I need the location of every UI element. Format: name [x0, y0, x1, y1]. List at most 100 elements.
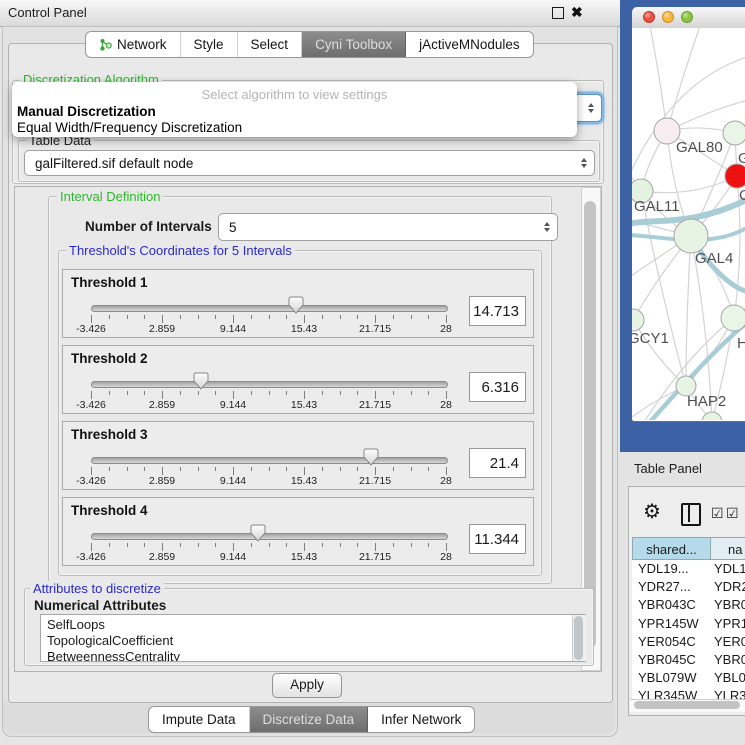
table-row[interactable]: YDL19...YDL1: [632, 560, 745, 578]
slider-track[interactable]: [91, 457, 448, 464]
network-node[interactable]: [674, 219, 708, 253]
threshold-value-field[interactable]: 6.316: [469, 372, 526, 402]
table-row[interactable]: YPR145WYPR1: [632, 615, 745, 633]
number-of-intervals-label: Number of Intervals: [85, 219, 212, 234]
attribute-list-item[interactable]: TopologicalCoefficient: [47, 633, 585, 649]
tick: [322, 467, 323, 471]
tick: [198, 315, 199, 319]
mode-tab-label: Infer Network: [381, 707, 461, 732]
threshold-panel-4: Threshold 4-3.4262.8599.14415.4321.71528…: [62, 497, 534, 566]
table-data-combobox[interactable]: galFiltered.sif default node: [24, 150, 595, 176]
threshold-label: Threshold 2: [71, 351, 148, 366]
cell-shared-name: YBR045C: [638, 651, 696, 669]
gear-icon[interactable]: ⚙: [643, 499, 661, 524]
algorithm-option-equal-width[interactable]: Equal Width/Frequency Discretization: [17, 120, 242, 135]
threshold-value-field[interactable]: 14.713: [469, 296, 526, 326]
tick: [233, 467, 234, 475]
tick-label: -3.426: [76, 551, 106, 563]
tick-label: 9.144: [220, 399, 246, 411]
tick: [393, 543, 394, 547]
float-window-icon[interactable]: [552, 7, 564, 19]
column-header-shared-name[interactable]: shared...: [632, 537, 711, 560]
combo-stepper-icon: [581, 158, 587, 168]
numerical-attributes-list[interactable]: SelfLoopsTopologicalCoefficientBetweenne…: [40, 614, 586, 662]
horizontal-scrollbar-thumb[interactable]: [634, 701, 740, 709]
network-graph-canvas[interactable]: GAL80GACGAL11GAL4GCY1HHAP2: [632, 28, 745, 420]
tick: [393, 467, 394, 471]
tick-label: -3.426: [76, 399, 106, 411]
threshold-value-field[interactable]: 11.344: [469, 524, 526, 554]
tick: [375, 467, 376, 475]
close-icon[interactable]: ✖: [571, 4, 583, 21]
table-row[interactable]: YBR045CYBR0: [632, 651, 745, 669]
network-node-label: GA: [738, 150, 745, 167]
tick: [428, 467, 429, 471]
tick: [269, 467, 270, 471]
slider-thumb[interactable]: [363, 448, 379, 466]
tick: [180, 391, 181, 395]
tick: [109, 543, 110, 547]
tick-label: 15.43: [291, 475, 317, 487]
slider-track[interactable]: [91, 381, 448, 388]
tick: [127, 315, 128, 319]
tab-jactivemnodules[interactable]: jActiveMNodules: [406, 32, 533, 57]
table-row[interactable]: YDR27...YDR2: [632, 578, 745, 596]
zoom-light[interactable]: [681, 11, 693, 23]
network-node-label: GAL80: [676, 139, 723, 156]
tab-label: Select: [251, 32, 289, 57]
mode-tab-label: Discretize Data: [263, 707, 355, 732]
slider-thumb[interactable]: [288, 296, 304, 314]
mode-tab-impute-data[interactable]: Impute Data: [149, 707, 250, 732]
tick: [322, 315, 323, 319]
mode-tab-infer-network[interactable]: Infer Network: [368, 707, 474, 732]
tick: [144, 467, 145, 471]
tick: [180, 467, 181, 471]
slider-track[interactable]: [91, 533, 448, 540]
tick: [144, 391, 145, 395]
tick: [127, 467, 128, 471]
mode-tab-discretize-data[interactable]: Discretize Data: [250, 707, 369, 732]
network-node[interactable]: [725, 164, 745, 188]
table-row[interactable]: YER054CYER0: [632, 633, 745, 651]
attribute-list-item[interactable]: SelfLoops: [47, 617, 585, 633]
tick: [357, 467, 358, 471]
tab-style[interactable]: Style: [181, 32, 238, 57]
number-of-intervals-combobox[interactable]: 5: [218, 213, 558, 241]
vertical-scrollbar-thumb[interactable]: [584, 201, 596, 648]
column-header-name[interactable]: na: [711, 537, 745, 560]
network-node[interactable]: [723, 121, 745, 145]
apply-button[interactable]: Apply: [272, 673, 342, 698]
table-row[interactable]: YBR043CYBR0: [632, 596, 745, 614]
slider-track[interactable]: [91, 305, 448, 312]
select-all-checkbox-icon[interactable]: ☑: [711, 505, 724, 522]
cell-shared-name: YBR043C: [638, 596, 696, 614]
threshold-value-field[interactable]: 21.4: [469, 448, 526, 478]
tab-select[interactable]: Select: [238, 32, 303, 57]
tick-label: 28: [440, 323, 452, 335]
close-light[interactable]: [643, 11, 655, 23]
attribute-list-item[interactable]: BetweennessCentrality: [47, 649, 585, 662]
tab-network[interactable]: Network: [86, 32, 181, 57]
table-row[interactable]: YLR345WYLR3: [632, 687, 745, 699]
control-panel-title: Control Panel: [8, 5, 87, 20]
tick: [286, 391, 287, 395]
network-node[interactable]: [721, 305, 745, 331]
tick: [144, 543, 145, 547]
tab-label: Network: [117, 32, 167, 57]
slider-thumb[interactable]: [193, 372, 209, 390]
tab-cyni-toolbox[interactable]: Cyni Toolbox: [302, 32, 406, 57]
table-row[interactable]: YBL079WYBL0: [632, 669, 745, 687]
select-none-checkbox-icon[interactable]: ☑: [726, 505, 739, 522]
attributes-scrollbar-thumb[interactable]: [574, 616, 583, 660]
algorithm-option-manual[interactable]: Manual Discretization: [17, 104, 156, 119]
tick: [446, 467, 447, 475]
tick: [322, 391, 323, 395]
combo-stepper-icon: [544, 222, 550, 232]
columns-icon[interactable]: [681, 503, 701, 526]
tick: [304, 391, 305, 399]
tick: [127, 543, 128, 547]
tick: [428, 543, 429, 547]
network-icon: [99, 38, 112, 51]
minimize-light[interactable]: [662, 11, 674, 23]
slider-thumb[interactable]: [250, 524, 266, 542]
